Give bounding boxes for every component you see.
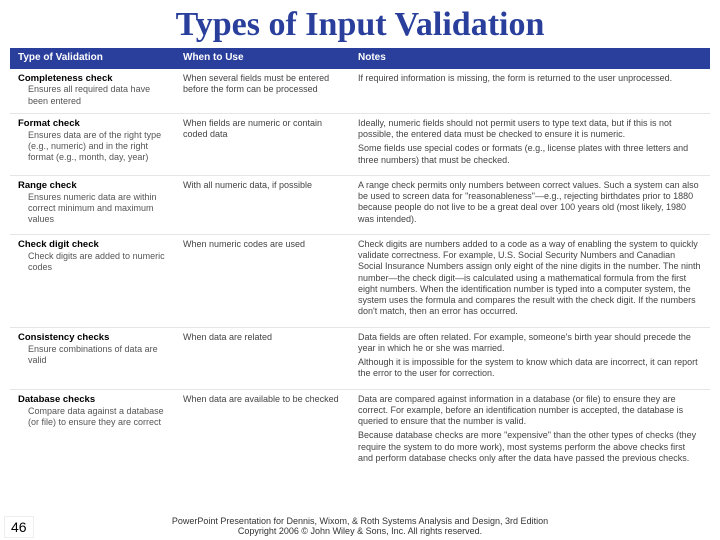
table-row: Consistency checks Ensure combinations o… xyxy=(10,327,710,389)
cell-notes: A range check permits only numbers betwe… xyxy=(350,175,710,234)
note: Ideally, numeric fields should not permi… xyxy=(358,118,702,141)
footer-line-2: Copyright 2006 © John Wiley & Sons, Inc.… xyxy=(0,526,720,536)
cell-when: When several fields must be entered befo… xyxy=(175,69,350,114)
cell-when: When data are related xyxy=(175,327,350,389)
row-name: Database checks xyxy=(18,394,95,405)
note: If required information is missing, the … xyxy=(358,73,702,84)
header-notes: Notes xyxy=(350,48,710,69)
table-row: Completeness check Ensures all required … xyxy=(10,69,710,114)
cell-type: Consistency checks Ensure combinations o… xyxy=(10,327,175,389)
cell-when: With all numeric data, if possible xyxy=(175,175,350,234)
note: Although it is impossible for the system… xyxy=(358,357,702,380)
row-desc: Ensures all required data have been ente… xyxy=(18,84,167,107)
cell-type: Format check Ensures data are of the rig… xyxy=(10,113,175,175)
cell-notes: If required information is missing, the … xyxy=(350,69,710,114)
cell-when: When numeric codes are used xyxy=(175,234,350,327)
row-name: Format check xyxy=(18,118,80,129)
cell-when: When data are available to be checked xyxy=(175,389,350,473)
row-name: Range check xyxy=(18,180,77,191)
footer-line-1: PowerPoint Presentation for Dennis, Wixo… xyxy=(0,516,720,526)
note: Data are compared against information in… xyxy=(358,394,702,428)
note: Check digits are numbers added to a code… xyxy=(358,239,702,318)
cell-type: Database checks Compare data against a d… xyxy=(10,389,175,473)
row-name: Consistency checks xyxy=(18,332,109,343)
table-row: Range check Ensures numeric data are wit… xyxy=(10,175,710,234)
row-name: Completeness check xyxy=(18,73,113,84)
table-row: Check digit check Check digits are added… xyxy=(10,234,710,327)
slide-title: Types of Input Validation xyxy=(0,0,720,48)
row-desc: Ensures data are of the right type (e.g.… xyxy=(18,130,167,164)
table-header-row: Type of Validation When to Use Notes xyxy=(10,48,710,69)
cell-notes: Data are compared against information in… xyxy=(350,389,710,473)
slide: Types of Input Validation Type of Valida… xyxy=(0,0,720,540)
header-type: Type of Validation xyxy=(10,48,175,69)
row-desc: Compare data against a database (or file… xyxy=(18,406,167,429)
page-number: 46 xyxy=(4,516,34,538)
row-name: Check digit check xyxy=(18,239,99,250)
cell-type: Completeness check Ensures all required … xyxy=(10,69,175,114)
cell-notes: Check digits are numbers added to a code… xyxy=(350,234,710,327)
cell-notes: Ideally, numeric fields should not permi… xyxy=(350,113,710,175)
cell-type: Range check Ensures numeric data are wit… xyxy=(10,175,175,234)
table-row: Database checks Compare data against a d… xyxy=(10,389,710,473)
cell-when: When fields are numeric or contain coded… xyxy=(175,113,350,175)
row-desc: Ensures numeric data are within correct … xyxy=(18,192,167,226)
cell-type: Check digit check Check digits are added… xyxy=(10,234,175,327)
note: Data fields are often related. For examp… xyxy=(358,332,702,355)
note: A range check permits only numbers betwe… xyxy=(358,180,702,225)
note: Because database checks are more "expens… xyxy=(358,430,702,464)
footer: PowerPoint Presentation for Dennis, Wixo… xyxy=(0,516,720,536)
row-desc: Ensure combinations of data are valid xyxy=(18,344,167,367)
validation-table: Type of Validation When to Use Notes Com… xyxy=(10,48,710,473)
cell-notes: Data fields are often related. For examp… xyxy=(350,327,710,389)
header-when: When to Use xyxy=(175,48,350,69)
note: Some fields use special codes or formats… xyxy=(358,143,702,166)
table-row: Format check Ensures data are of the rig… xyxy=(10,113,710,175)
row-desc: Check digits are added to numeric codes xyxy=(18,251,167,274)
